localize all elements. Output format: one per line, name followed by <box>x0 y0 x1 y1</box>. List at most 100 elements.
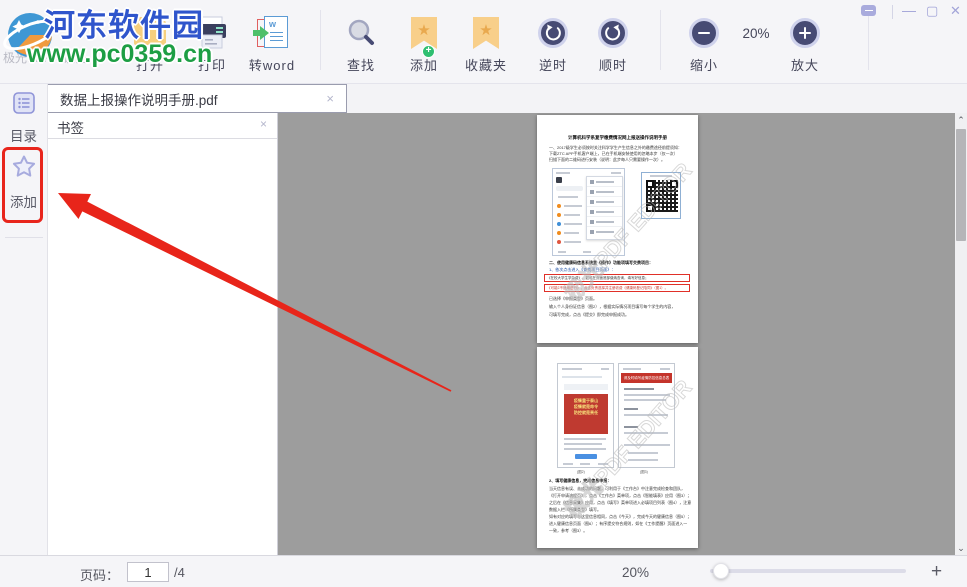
p1-line: 一、2017级学生必须按时关注科学学生产生信息之外的缴费途径前提须知： <box>549 145 682 150</box>
p1-qr-code <box>641 172 681 219</box>
p2-section: 2、填写健康信息，完成信息申报： <box>549 478 612 483</box>
feedback-button[interactable] <box>861 5 876 16</box>
find-button[interactable]: 查找 <box>339 8 383 74</box>
add-label: 添加 <box>409 58 438 73</box>
p1-section: 二、使用健康码信息系统里《操作》功能项填写交费项目： <box>549 260 653 265</box>
p1-line: 已选择《申报类型》页面。 <box>549 296 597 301</box>
minimize-button[interactable]: — <box>902 2 916 18</box>
toolbar-divider <box>660 10 661 70</box>
bookmarks-panel: 书签 × <box>48 113 278 555</box>
sidebar-item-toc[interactable]: 目录 <box>0 90 47 145</box>
favorites-button[interactable]: ★ 收藏夹 <box>462 8 510 74</box>
p1-item: 1、依次点击进入《查找项目页面》： <box>549 267 616 272</box>
p1-line: 扫描下面的二维码进行安装（说明：此步每人只需要操作一次）。 <box>549 157 665 162</box>
p1-app-screenshot <box>552 168 625 256</box>
plus-badge-icon: + <box>422 45 435 58</box>
p2-line: 如有对应的填写与这里信息相同，点击《今天》，完成今天的健康信息（图5）； <box>549 514 692 519</box>
p2-phone-screenshot-left: 疫情重于泰山 疫情就是命令 防控就是责任 <box>557 363 614 468</box>
rotate-cw-icon <box>598 14 628 52</box>
favorites-label: 收藏夹 <box>464 58 507 73</box>
zoom-in-button[interactable]: 放大 <box>783 8 827 74</box>
scrollbar-thumb[interactable] <box>956 129 966 241</box>
tab-bar: 数据上报操作说明手册.pdf × <box>46 84 967 113</box>
p2-line: 当天信息有误、未成功的问题，可利用于《工作台》中注意完成检查和团队， <box>549 486 685 491</box>
tab-title: 数据上报操作说明手册.pdf <box>60 92 218 108</box>
sidebar: 目录 添加 <box>0 84 48 555</box>
p2-caption: (图3) <box>640 470 648 474</box>
scroll-down-icon[interactable]: ⌄ <box>955 542 967 554</box>
sidebar-item-add-bookmark[interactable]: 添加 <box>0 152 47 211</box>
page-total: /4 <box>174 565 185 580</box>
p2-line: 《打开申请流程页》，点击《工作台》菜单项，点击《智能填表》应用（图3）； <box>549 493 692 498</box>
zoom-out-button[interactable]: 缩小 <box>682 8 726 74</box>
open-button[interactable]: 打开 <box>128 8 172 74</box>
p2-phone-screenshot-right: 请及时填写疫情防控信息总表 <box>618 363 675 468</box>
scroll-up-icon[interactable]: ⌃ <box>955 114 967 126</box>
bookmarks-panel-title: 书签 <box>57 121 84 136</box>
rotate-ccw-button[interactable]: 逆时 <box>531 8 575 74</box>
document-preview[interactable]: 计算机科学系复学缴费情况网上报送操作说明手册 一、2017级学生必须按时关注科学… <box>278 113 955 555</box>
toolbar-divider <box>868 10 869 70</box>
folder-open-icon <box>134 17 166 45</box>
zoom-in-icon <box>790 14 820 52</box>
add-bookmark-button[interactable]: ★ + 添加 <box>402 8 446 74</box>
rotate-ccw-label: 逆时 <box>538 58 567 73</box>
p1-red-highlight-2: 《可能2不适用进行》，点击负责选择并注册收费《健康码登记陪同》（图1）。 <box>544 284 690 292</box>
tab-close-icon[interactable]: × <box>326 91 334 106</box>
page-number-label: 页码： <box>80 568 120 583</box>
rotate-ccw-icon <box>538 14 568 52</box>
zoom-slider-track[interactable] <box>710 569 906 573</box>
bookmarks-panel-header: 书签 × <box>48 113 277 139</box>
print-label: 打印 <box>197 58 226 73</box>
toolbar: 极光PDF阅读器 打开 打印 w 转word 查找 ★ + 添加 ★ 收藏夹 逆… <box>0 0 967 84</box>
p2-red-banner-strip: 请及时填写疫情防控信息总表 <box>621 373 672 383</box>
zoom-in-label: 放大 <box>790 58 819 73</box>
star-outline-icon <box>12 155 35 177</box>
print-button[interactable]: 打印 <box>190 8 234 74</box>
pdf-page-2[interactable]: 疫情重于泰山 疫情就是命令 防控就是责任 请及时填写疫情防控信息总表 (图2) … <box>537 347 698 548</box>
toc-list-icon <box>12 92 35 114</box>
bookmark-star-icon: ★ <box>473 17 499 49</box>
p2-line: 一致，参考（图3）。 <box>549 528 588 533</box>
sidebar-add-label: 添加 <box>10 195 37 210</box>
rotate-cw-button[interactable]: 顺时 <box>591 8 635 74</box>
p2-caption: (图2) <box>577 470 585 474</box>
pdf-page-1[interactable]: 计算机科学系复学缴费情况网上报送操作说明手册 一、2017级学生必须按时关注科学… <box>537 115 698 343</box>
p2-red-banner-line: 防控就是责任 <box>573 410 599 415</box>
bookmark-add-icon: ★ <box>411 17 437 49</box>
rotate-cw-label: 顺时 <box>598 58 627 73</box>
open-label: 打开 <box>135 58 164 73</box>
p1-title: 计算机科学系复学缴费情况网上报送操作说明手册 <box>568 135 667 140</box>
zoom-out-icon <box>689 14 719 52</box>
word-convert-icon: w <box>253 14 290 52</box>
vertical-scrollbar[interactable]: ⌃ ⌄ <box>955 113 967 555</box>
p2-line: 数据入栏《所属类型》填写。 <box>549 507 601 512</box>
to-word-label: 转word <box>248 58 296 73</box>
search-icon <box>345 14 377 52</box>
printer-icon <box>194 14 230 52</box>
bookmarks-panel-close-icon[interactable]: × <box>260 117 267 131</box>
close-button[interactable]: ✕ <box>950 3 961 19</box>
toolbar-zoom-percent: 20% <box>742 26 770 41</box>
p2-line: 之后在《信息采集》应用，点击《填写》菜单项进入必填项目列表（图4），注意 <box>549 500 692 505</box>
p1-line: 可填写完成，点击《提交》即完成申报成功。 <box>549 312 629 317</box>
zoom-slider-thumb[interactable] <box>713 563 729 579</box>
slider-zoom-in-button[interactable]: + <box>931 561 942 583</box>
to-word-button[interactable]: w 转word <box>243 8 301 74</box>
p2-line: 进入健康信息页面（图6）；有序提交符合规则，如在《工作提醒》页面进入一 <box>549 521 688 526</box>
p1-red-highlight-1: 《在校大学生学杂费》，如可在页面底部缴纳查询，填写好信息； <box>544 274 690 282</box>
p1-dropdown-menu <box>586 176 623 240</box>
statusbar-zoom-percent: 20% <box>622 565 650 580</box>
p1-line: 下载ZTC APP手机客户端上，已在手机端安装使用的忽略本步（仅一次） <box>549 151 678 156</box>
document-tab[interactable]: 数据上报操作说明手册.pdf × <box>46 84 347 113</box>
page-number-input[interactable] <box>127 562 169 582</box>
winctl-divider <box>892 5 893 19</box>
p2-red-banner-line: 疫情就是命令 <box>573 404 599 409</box>
toolbar-divider <box>320 10 321 70</box>
zoom-out-label: 缩小 <box>689 58 718 73</box>
feedback-bubble-icon <box>861 5 876 16</box>
p2-red-banner-line: 疫情重于泰山 <box>573 398 599 403</box>
sidebar-divider <box>5 237 43 238</box>
maximize-button[interactable]: ▢ <box>926 3 938 19</box>
app-name: 极光PDF阅读器 <box>3 51 88 65</box>
